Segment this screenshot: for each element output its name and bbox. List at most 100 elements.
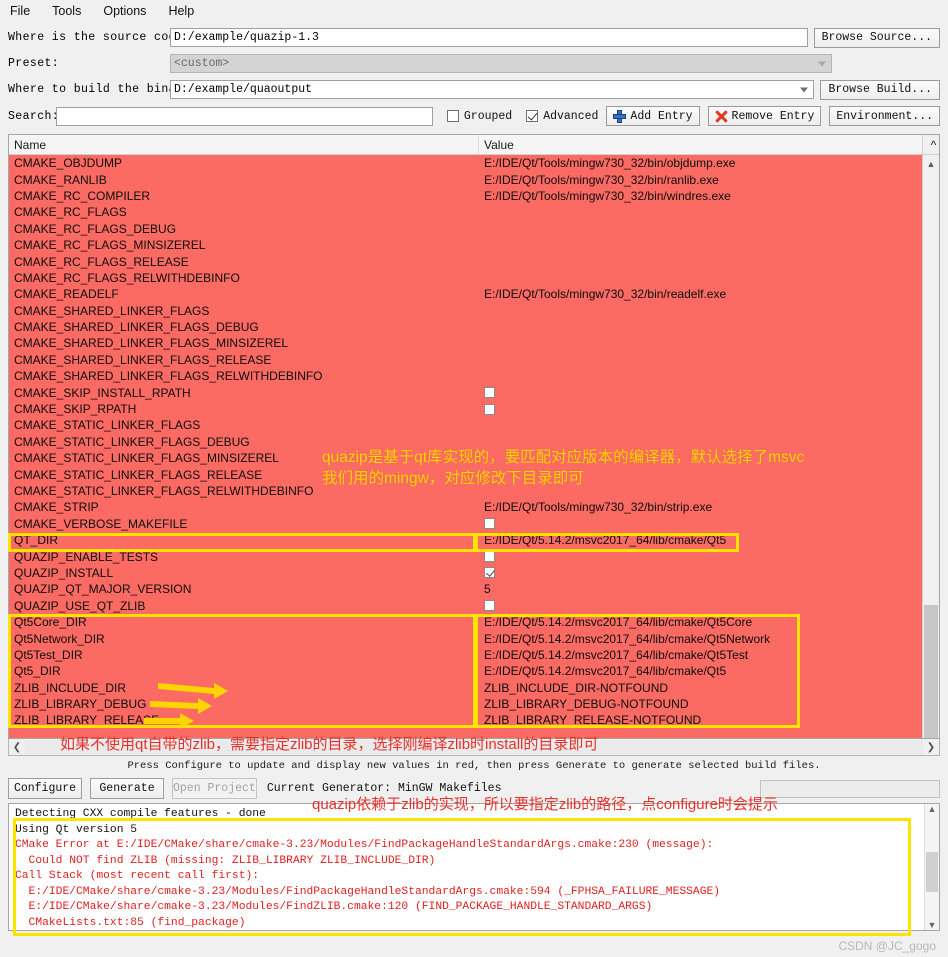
table-row[interactable]: CMAKE_STATIC_LINKER_FLAGS_MINSIZEREL	[9, 450, 939, 466]
hscroll-right-button[interactable]: ❯	[923, 742, 939, 753]
log-scroll-up-icon[interactable]: ▲	[928, 804, 937, 814]
browse-build-button[interactable]: Browse Build...	[820, 79, 940, 100]
table-row[interactable]: CMAKE_STRIP E:/IDE/Qt/Tools/mingw730_32/b…	[9, 499, 939, 515]
menu-item-tools[interactable]: Tools	[50, 3, 83, 19]
table-row[interactable]: CMAKE_STATIC_LINKER_FLAGS_DEBUG	[9, 434, 939, 450]
table-row[interactable]: Qt5Network_DIR E:/IDE/Qt/5.14.2/msvc2017_…	[9, 630, 939, 646]
table-row[interactable]: CMAKE_RC_COMPILER E:/IDE/Qt/Tools/mingw73…	[9, 188, 939, 204]
value-checkbox-checked-icon[interactable]	[484, 567, 495, 579]
value-checkbox-icon[interactable]	[484, 403, 495, 415]
cache-variable-value[interactable]: E:/IDE/Qt/Tools/mingw730_32/bin/ranlib.e…	[479, 173, 939, 187]
search-input[interactable]	[56, 106, 433, 126]
scrollbar-up-button[interactable]: ▲	[923, 155, 939, 172]
cache-variable-value[interactable]: E:/IDE/Qt/5.14.2/msvc2017_64/lib/cmake/Q…	[479, 664, 939, 678]
table-row[interactable]: CMAKE_STATIC_LINKER_FLAGS_RELWITHDEBINFO	[9, 483, 939, 499]
remove-entry-button[interactable]: Remove Entry	[707, 106, 822, 126]
browse-source-button[interactable]: Browse Source...	[813, 27, 940, 48]
table-row[interactable]: CMAKE_SHARED_LINKER_FLAGS_DEBUG	[9, 319, 939, 335]
table-row[interactable]: ZLIB_LIBRARY_DEBUG ZLIB_LIBRARY_DEBUG-NOT…	[9, 696, 939, 712]
column-header-value[interactable]: Value	[479, 135, 922, 154]
preset-select[interactable]: <custom>	[170, 54, 832, 73]
hscroll-track[interactable]	[25, 740, 923, 754]
cache-variable-value[interactable]: E:/IDE/Qt/Tools/mingw730_32/bin/objdump.…	[479, 156, 939, 170]
cache-variable-value[interactable]: E:/IDE/Qt/5.14.2/msvc2017_64/lib/cmake/Q…	[479, 632, 939, 646]
value-checkbox-icon[interactable]	[484, 600, 495, 612]
table-row[interactable]: CMAKE_OBJDUMP E:/IDE/Qt/Tools/mingw730_32…	[9, 155, 939, 171]
column-header-name[interactable]: Name	[9, 135, 479, 154]
table-row[interactable]: CMAKE_SHARED_LINKER_FLAGS_MINSIZEREL	[9, 335, 939, 351]
preset-value: <custom>	[174, 57, 230, 70]
scroll-up-icon[interactable]: ^	[922, 135, 939, 154]
table-horizontal-scrollbar[interactable]: ❮ ❯	[8, 739, 940, 756]
table-row[interactable]: CMAKE_READELF E:/IDE/Qt/Tools/mingw730_32…	[9, 286, 939, 302]
table-row[interactable]: CMAKE_RC_FLAGS	[9, 204, 939, 220]
table-row[interactable]: Qt5Test_DIR E:/IDE/Qt/5.14.2/msvc2017_64/…	[9, 647, 939, 663]
value-checkbox-icon[interactable]	[484, 551, 495, 563]
table-row[interactable]: CMAKE_RC_FLAGS_MINSIZEREL	[9, 237, 939, 253]
hscroll-left-button[interactable]: ❮	[9, 742, 25, 753]
cache-variable-value[interactable]	[479, 600, 939, 612]
table-row[interactable]: CMAKE_STATIC_LINKER_FLAGS_RELEASE	[9, 466, 939, 482]
cache-variable-value[interactable]	[479, 567, 939, 579]
cache-variable-value[interactable]: E:/IDE/Qt/5.14.2/msvc2017_64/lib/cmake/Q…	[479, 533, 939, 547]
table-row[interactable]: QUAZIP_QT_MAJOR_VERSION 5	[9, 581, 939, 597]
advanced-checkbox[interactable]: Advanced	[526, 110, 598, 123]
cache-variable-value[interactable]	[479, 518, 939, 530]
table-row[interactable]: ZLIB_LIBRARY_RELEASE ZLIB_LIBRARY_RELEASE…	[9, 712, 939, 728]
cache-variable-value[interactable]	[479, 403, 939, 415]
cache-variable-value[interactable]	[479, 387, 939, 399]
chevron-down-icon	[818, 61, 826, 66]
cache-variable-value[interactable]: E:/IDE/Qt/5.14.2/msvc2017_64/lib/cmake/Q…	[479, 648, 939, 662]
table-row[interactable]: CMAKE_SHARED_LINKER_FLAGS_RELWITHDEBINFO	[9, 368, 939, 384]
table-row[interactable]: CMAKE_RC_FLAGS_DEBUG	[9, 221, 939, 237]
generate-button[interactable]: Generate	[90, 778, 164, 799]
table-row[interactable]: CMAKE_SKIP_RPATH	[9, 401, 939, 417]
table-row[interactable]: CMAKE_SHARED_LINKER_FLAGS	[9, 303, 939, 319]
table-row[interactable]: Qt5_DIR E:/IDE/Qt/5.14.2/msvc2017_64/lib/…	[9, 663, 939, 679]
menu-item-help[interactable]: Help	[166, 3, 196, 19]
table-row[interactable]: CMAKE_RC_FLAGS_RELWITHDEBINFO	[9, 270, 939, 286]
scrollbar-thumb[interactable]	[924, 605, 938, 738]
cache-variable-value[interactable]: ZLIB_INCLUDE_DIR-NOTFOUND	[479, 681, 939, 695]
menu-item-file[interactable]: File	[8, 3, 32, 19]
cache-variable-name: Qt5Test_DIR	[14, 647, 83, 662]
table-row[interactable]: QUAZIP_USE_QT_ZLIB	[9, 598, 939, 614]
value-text: ZLIB_INCLUDE_DIR-NOTFOUND	[484, 680, 669, 695]
table-row[interactable]: CMAKE_STATIC_LINKER_FLAGS	[9, 417, 939, 433]
table-row[interactable]: QUAZIP_ENABLE_TESTS	[9, 548, 939, 564]
add-entry-button[interactable]: Add Entry	[606, 106, 700, 126]
build-input[interactable]: D:/example/quaoutput	[170, 80, 815, 99]
environment-button[interactable]: Environment...	[829, 106, 940, 126]
table-row[interactable]: ZLIB_INCLUDE_DIR ZLIB_INCLUDE_DIR-NOTFOUN…	[9, 680, 939, 696]
menu-item-options[interactable]: Options	[101, 3, 148, 19]
table-rows: CMAKE_OBJDUMP E:/IDE/Qt/Tools/mingw730_32…	[9, 155, 939, 729]
log-line: Call Stack (most recent call first):	[15, 870, 260, 882]
log-vertical-scrollbar[interactable]: ▲ ▼	[924, 804, 939, 930]
table-row[interactable]: QT_DIR E:/IDE/Qt/5.14.2/msvc2017_64/lib/c…	[9, 532, 939, 548]
configure-button[interactable]: Configure	[8, 778, 82, 799]
cmake-gui-window: File Tools Options Help Where is the sou…	[0, 0, 948, 957]
cache-variable-value[interactable]: ZLIB_LIBRARY_RELEASE-NOTFOUND	[479, 713, 939, 727]
table-row[interactable]: QUAZIP_INSTALL	[9, 565, 939, 581]
cache-variable-value[interactable]: ZLIB_LIBRARY_DEBUG-NOTFOUND	[479, 697, 939, 711]
log-line: CMake Error at E:/IDE/CMake/share/cmake-…	[15, 839, 714, 851]
log-scrollbar-thumb[interactable]	[926, 852, 938, 892]
cache-variable-value[interactable]: E:/IDE/Qt/Tools/mingw730_32/bin/strip.ex…	[479, 500, 939, 514]
table-row[interactable]: CMAKE_SHARED_LINKER_FLAGS_RELEASE	[9, 352, 939, 368]
table-vertical-scrollbar[interactable]: ▲ ▼	[922, 155, 939, 738]
cache-variable-value[interactable]: E:/IDE/Qt/Tools/mingw730_32/bin/readelf.…	[479, 287, 939, 301]
table-row[interactable]: Qt5Core_DIR E:/IDE/Qt/5.14.2/msvc2017_64/…	[9, 614, 939, 630]
source-input[interactable]: D:/example/quazip-1.3	[170, 28, 808, 47]
cache-variable-value[interactable]: 5	[479, 582, 939, 596]
value-checkbox-icon[interactable]	[484, 387, 495, 399]
table-row[interactable]: CMAKE_VERBOSE_MAKEFILE	[9, 516, 939, 532]
log-scroll-down-icon[interactable]: ▼	[928, 920, 937, 930]
value-checkbox-icon[interactable]	[484, 518, 495, 530]
table-row[interactable]: CMAKE_RANLIB E:/IDE/Qt/Tools/mingw730_32/…	[9, 171, 939, 187]
table-row[interactable]: CMAKE_RC_FLAGS_RELEASE	[9, 253, 939, 269]
cache-variable-value[interactable]	[479, 551, 939, 563]
cache-variable-value[interactable]: E:/IDE/Qt/Tools/mingw730_32/bin/windres.…	[479, 189, 939, 203]
table-row[interactable]: CMAKE_SKIP_INSTALL_RPATH	[9, 384, 939, 400]
cache-variable-value[interactable]: E:/IDE/Qt/5.14.2/msvc2017_64/lib/cmake/Q…	[479, 615, 939, 629]
grouped-checkbox[interactable]: Grouped	[446, 110, 512, 123]
